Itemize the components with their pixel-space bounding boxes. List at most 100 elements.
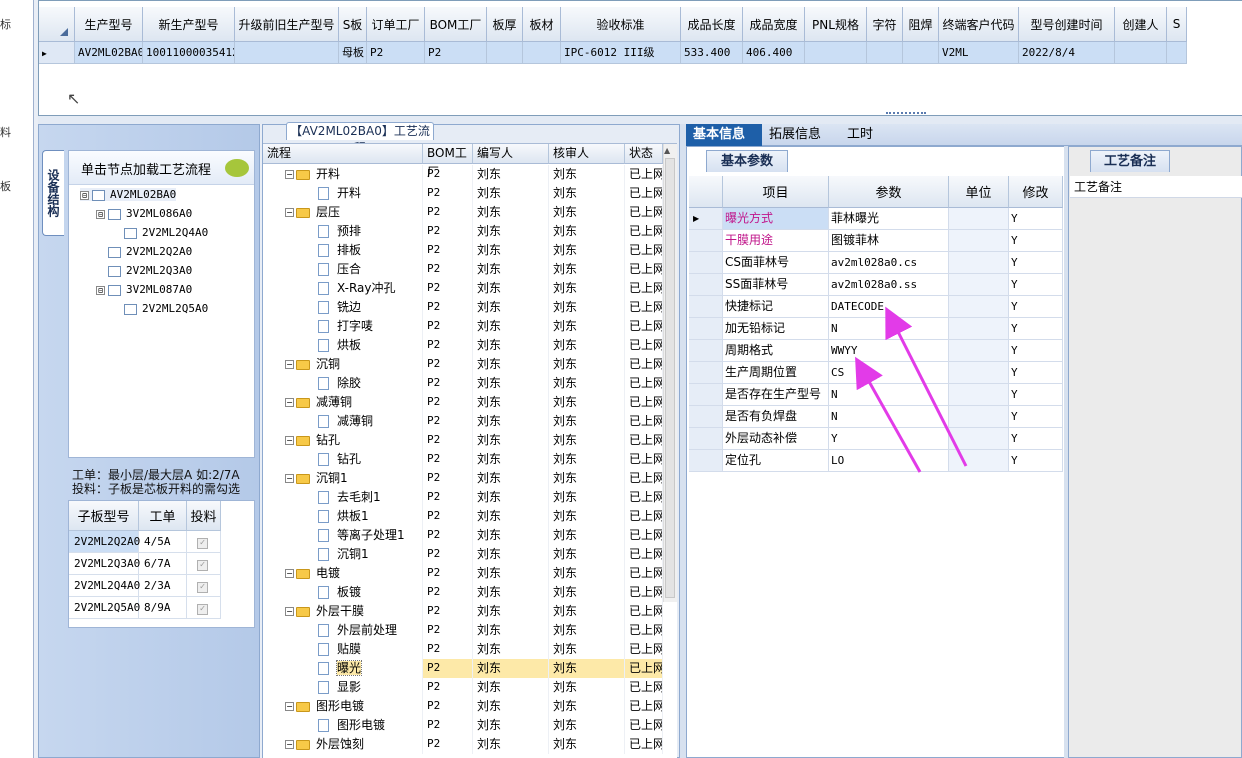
feed-cell[interactable]: ✓	[187, 597, 221, 619]
flow-reviewer[interactable]: 刘东	[553, 602, 625, 621]
flow-reviewer[interactable]: 刘东	[553, 697, 625, 716]
param-item[interactable]: 周期格式	[723, 340, 829, 362]
param-edit[interactable]: Y	[1009, 208, 1063, 230]
column-header[interactable]: S	[1167, 7, 1187, 42]
param-item[interactable]: SS面菲林号	[723, 274, 829, 296]
row-indicator[interactable]	[689, 362, 723, 384]
flow-reviewer[interactable]: 刘东	[553, 545, 625, 564]
flow-row[interactable]: 减薄铜 P2 刘东 刘东 已上网	[263, 412, 663, 431]
tree-node-label[interactable]: AV2ML02BA0	[110, 188, 176, 201]
param-row[interactable]: 快捷标记 DATECODE Y	[689, 296, 1063, 318]
flow-row[interactable]: 烘板1 P2 刘东 刘东 已上网	[263, 507, 663, 526]
flow-status[interactable]: 已上网	[629, 564, 663, 583]
param-item[interactable]: 曝光方式	[723, 208, 829, 230]
flow-status[interactable]: 已上网	[629, 583, 663, 602]
column-header[interactable]: 订单工厂	[367, 7, 425, 42]
flow-row[interactable]: − 图形电镀 P2 刘东 刘东 已上网	[263, 697, 663, 716]
flow-reviewer[interactable]: 刘东	[553, 279, 625, 298]
flow-reviewer[interactable]: 刘东	[553, 621, 625, 640]
flow-column-header[interactable]: 流程	[263, 144, 423, 164]
flow-writer[interactable]: 刘东	[477, 621, 549, 640]
flow-status[interactable]: 已上网	[629, 545, 663, 564]
flow-column-header[interactable]: 编写人	[473, 144, 549, 164]
param-unit[interactable]	[949, 208, 1009, 230]
flow-writer[interactable]: 刘东	[477, 678, 549, 697]
flow-reviewer[interactable]: 刘东	[553, 431, 625, 450]
flow-step-cell[interactable]: 烘板1	[263, 507, 423, 526]
param-edit[interactable]: Y	[1009, 450, 1063, 472]
flow-writer[interactable]: 刘东	[477, 488, 549, 507]
grid-cell[interactable]: 10011000035412	[143, 42, 235, 64]
param-item[interactable]: 干膜用途	[723, 230, 829, 252]
flow-writer[interactable]: 刘东	[477, 507, 549, 526]
flow-reviewer[interactable]: 刘东	[553, 488, 625, 507]
grid-cell[interactable]	[523, 42, 561, 64]
flow-reviewer[interactable]: 刘东	[553, 507, 625, 526]
row-indicator[interactable]	[689, 450, 723, 472]
flow-row[interactable]: 去毛刺1 P2 刘东 刘东 已上网	[263, 488, 663, 507]
param-value[interactable]: 菲林曝光	[829, 208, 949, 230]
flow-bom[interactable]: P2	[427, 507, 473, 526]
flow-row[interactable]: 等离子处理1 P2 刘东 刘东 已上网	[263, 526, 663, 545]
flow-step-cell[interactable]: 减薄铜	[263, 412, 423, 431]
flow-status[interactable]: 已上网	[629, 621, 663, 640]
sub-board-model[interactable]: 2V2ML2Q4A0	[69, 575, 140, 597]
param-value[interactable]: WWYY	[829, 340, 949, 362]
grid-cell[interactable]: P2	[367, 42, 425, 64]
flow-row[interactable]: 钻孔 P2 刘东 刘东 已上网	[263, 450, 663, 469]
flow-status[interactable]: 已上网	[629, 355, 663, 374]
flow-row[interactable]: 开料 P2 刘东 刘东 已上网	[263, 184, 663, 203]
flow-writer[interactable]: 刘东	[477, 431, 549, 450]
row-indicator[interactable]	[689, 318, 723, 340]
flow-bom[interactable]: P2	[427, 431, 473, 450]
flow-step-cell[interactable]: 除胶	[263, 374, 423, 393]
grid-cell[interactable]: P2	[425, 42, 487, 64]
flow-writer[interactable]: 刘东	[477, 412, 549, 431]
tree-collapse-icon[interactable]: −	[285, 702, 294, 711]
flow-status[interactable]: 已上网	[629, 450, 663, 469]
flow-row[interactable]: 贴膜 P2 刘东 刘东 已上网	[263, 640, 663, 659]
flow-bom[interactable]: P2	[427, 640, 473, 659]
flow-reviewer[interactable]: 刘东	[553, 659, 625, 678]
flow-writer[interactable]: 刘东	[477, 583, 549, 602]
flow-step-cell[interactable]: − 沉铜1	[263, 469, 423, 488]
grid-cell[interactable]: AV2ML02BA0	[75, 42, 143, 64]
flow-bom[interactable]: P2	[427, 165, 473, 184]
flow-status[interactable]: 已上网	[629, 184, 663, 203]
flow-step-cell[interactable]: − 沉铜	[263, 355, 423, 374]
flow-writer[interactable]: 刘东	[477, 317, 549, 336]
flow-row[interactable]: − 电镀 P2 刘东 刘东 已上网	[263, 564, 663, 583]
param-edit[interactable]: Y	[1009, 318, 1063, 340]
flow-step-cell[interactable]: − 减薄铜	[263, 393, 423, 412]
flow-reviewer[interactable]: 刘东	[553, 716, 625, 735]
splitter-grip[interactable]	[886, 112, 926, 116]
feed-cell[interactable]: ✓	[187, 575, 221, 597]
param-row[interactable]: 生产周期位置 CS Y	[689, 362, 1063, 384]
flow-row[interactable]: 打字唛 P2 刘东 刘东 已上网	[263, 317, 663, 336]
tree-collapse-icon[interactable]: −	[285, 474, 294, 483]
flow-reviewer[interactable]: 刘东	[553, 298, 625, 317]
tree-node[interactable]: 2V2ML2Q2A0	[96, 245, 192, 258]
flow-status[interactable]: 已上网	[629, 640, 663, 659]
flow-row[interactable]: − 钻孔 P2 刘东 刘东 已上网	[263, 431, 663, 450]
row-indicator[interactable]: ▶	[689, 208, 723, 230]
tree-node-label[interactable]: 3V2ML086A0	[126, 207, 192, 220]
flow-bom[interactable]: P2	[427, 412, 473, 431]
flow-bom[interactable]: P2	[427, 621, 473, 640]
param-unit[interactable]	[949, 362, 1009, 384]
tree-collapse-icon[interactable]: −	[285, 569, 294, 578]
flow-row[interactable]: − 开料 P2 刘东 刘东 已上网	[263, 165, 663, 184]
row-indicator[interactable]: ▶	[39, 42, 75, 64]
param-row[interactable]: 干膜用途 图镀菲林 Y	[689, 230, 1063, 252]
flow-status[interactable]: 已上网	[629, 165, 663, 184]
flow-bom[interactable]: P2	[427, 659, 473, 678]
flow-reviewer[interactable]: 刘东	[553, 450, 625, 469]
row-indicator[interactable]	[689, 428, 723, 450]
flow-row[interactable]: 显影 P2 刘东 刘东 已上网	[263, 678, 663, 697]
flow-step-cell[interactable]: 预排	[263, 222, 423, 241]
grid-cell[interactable]: 406.400	[743, 42, 805, 64]
column-header[interactable]: 板材	[523, 7, 561, 42]
param-item[interactable]: 生产周期位置	[723, 362, 829, 384]
row-indicator[interactable]	[689, 274, 723, 296]
work-order[interactable]: 8/9A	[139, 597, 187, 619]
